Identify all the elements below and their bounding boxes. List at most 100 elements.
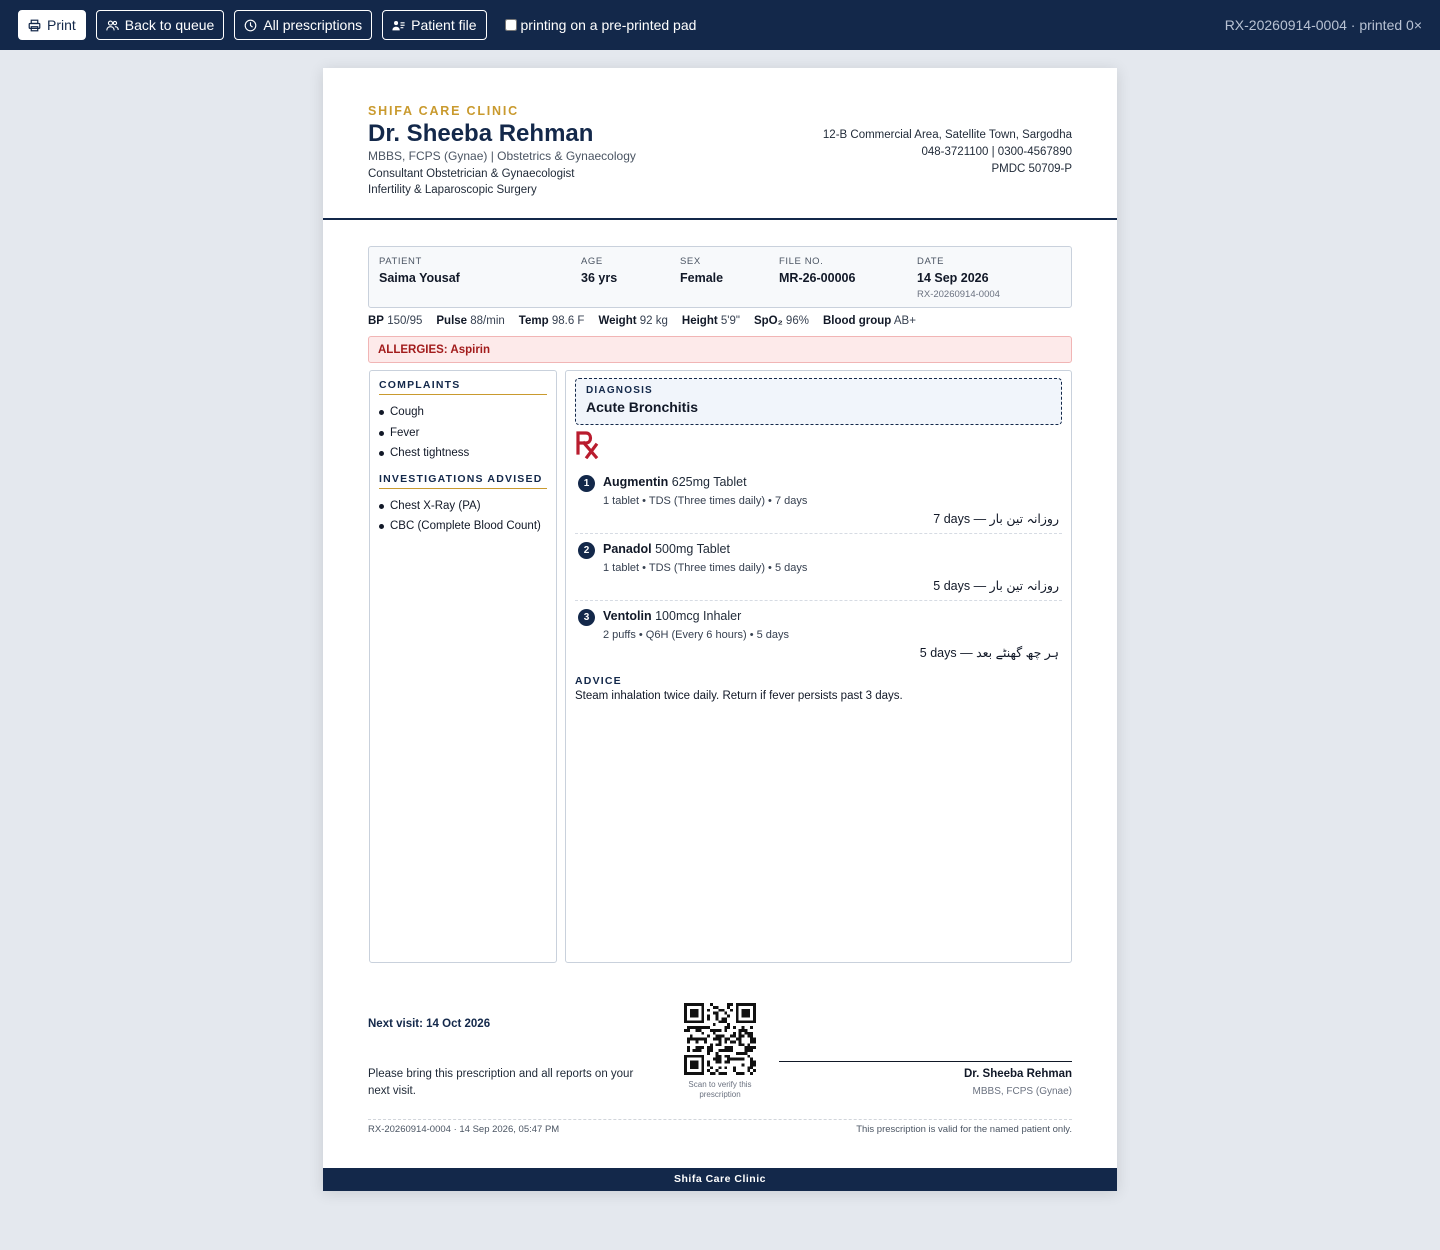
preprinted-pad-toggle[interactable]: printing on a pre-printed pad (504, 17, 697, 33)
complaints-title: COMPLAINTS (379, 379, 547, 395)
medication-sig: 2 puffs • Q6H (Every 6 hours) • 5 days (603, 629, 790, 641)
clinical-notes-column: COMPLAINTS Cough Fever Chest tightness INV… (369, 370, 557, 963)
medication-strength: 500mg Tablet (655, 542, 730, 556)
medication-number: 3 (578, 609, 595, 626)
advice-text: Steam inhalation twice daily. Return if … (575, 690, 903, 702)
medication-urdu-instructions: 7 days — روزانہ تین بار (933, 512, 1059, 526)
diagnosis-value: Acute Bronchitis (586, 399, 699, 415)
pmdc-number: PMDC 50709-P (991, 163, 1072, 175)
vital-value: 150/95 (387, 315, 423, 327)
medication-urdu-instructions: 5 days — روزانہ تین بار (933, 579, 1059, 593)
doctor-specialty: Infertility & Laparoscopic Surgery (368, 184, 537, 196)
rx-icon (576, 431, 599, 459)
medication-number: 2 (578, 542, 595, 559)
patient-file-button[interactable]: Patient file (382, 10, 487, 40)
footer-divider (368, 1119, 1072, 1120)
back-to-queue-label: Back to queue (124, 17, 215, 33)
list-item: Fever (379, 423, 547, 444)
preprinted-pad-label: printing on a pre-printed pad (520, 17, 697, 33)
doctor-role: Consultant Obstetrician & Gynaecologist (368, 168, 575, 180)
vital-label: Weight (598, 315, 637, 327)
file-number-label: FILE NO. (779, 256, 824, 267)
vital-value: 92 kg (639, 315, 668, 327)
age-label: AGE (581, 256, 603, 267)
clinic-phone: 048-3721100 | 0300-4567890 (921, 146, 1073, 158)
medication-urdu-text: روزانہ تین بار (989, 579, 1059, 593)
vital-value: 88/min (470, 315, 505, 327)
all-prescriptions-label: All prescriptions (263, 17, 363, 33)
medication-duration: 7 days (933, 512, 971, 526)
diagnosis-box: DIAGNOSIS Acute Bronchitis (575, 378, 1062, 425)
vital-item: Weight 92 kg (598, 315, 667, 327)
prescription-column: DIAGNOSIS Acute Bronchitis 1 Augmentin 62… (565, 370, 1072, 963)
list-item: Chest tightness (379, 443, 547, 464)
medication-strength: 100mcg Inhaler (655, 609, 742, 623)
vital-value: 96% (785, 315, 809, 327)
medication-duration: 5 days (933, 579, 971, 593)
medication-name-line: Panadol 500mg Tablet (603, 542, 730, 556)
letterhead: SHIFA CARE CLINIC Dr. Sheeba Rehman MBBS… (323, 68, 1117, 220)
clinic-name: SHIFA CARE CLINIC (368, 104, 519, 118)
medication-number: 1 (578, 475, 595, 492)
investigations-title: INVESTIGATIONS ADVISED (379, 473, 547, 489)
users-icon (106, 19, 119, 30)
print-label: Print (47, 17, 76, 33)
signature-qualifications: MBBS, FCPS (Gynae) (972, 1086, 1072, 1097)
age-value: 36 yrs (581, 271, 618, 285)
print-button[interactable]: Print (18, 10, 86, 40)
sex-label: SEX (680, 256, 701, 267)
list-item: Cough (379, 402, 547, 423)
medication-name-line: Ventolin 100mcg Inhaler (603, 609, 741, 623)
vital-label: BP (368, 315, 384, 327)
date-field: DATE 14 Sep 2026 RX-20260914-0004 (917, 256, 1000, 300)
patient-name-field: PATIENT Saima Yousaf (379, 256, 460, 285)
medication-name-line: Augmentin 625mg Tablet (603, 475, 747, 489)
printer-icon (28, 19, 41, 31)
allergy-banner: ALLERGIES: Aspirin (368, 336, 1072, 363)
next-visit: Next visit: 14 Oct 2026 (368, 1018, 491, 1030)
date-value: 14 Sep 2026 (917, 271, 989, 285)
vital-value: 98.6 F (551, 315, 585, 327)
sex-field: SEX Female (680, 256, 723, 285)
preprinted-pad-checkbox[interactable] (504, 19, 517, 31)
vital-item: SpO₂ 96% (754, 315, 809, 327)
patient-card-icon (392, 20, 405, 30)
clinic-address: 12-B Commercial Area, Satellite Town, Sa… (822, 129, 1072, 141)
list-item: CBC (Complete Blood Count) (379, 516, 547, 537)
footer-meta: RX-20260914-0004 · 14 Sep 2026, 05:47 PM (368, 1124, 560, 1135)
rx-id: RX-20260914-0004 (917, 289, 1000, 300)
patient-file-label: Patient file (411, 17, 477, 33)
medication-item: 3 Ventolin 100mcg Inhaler 2 puffs • Q6H (E… (575, 608, 1062, 666)
print-status: RX-20260914-0004 · printed 0× (1224, 17, 1422, 33)
investigations-list: Chest X-Ray (PA) CBC (Complete Blood Coun… (379, 496, 547, 537)
qr-code-icon (684, 1003, 756, 1075)
back-to-queue-button[interactable]: Back to queue (95, 10, 225, 40)
vitals-row: BP 150/95 Pulse 88/min Temp 98.6 F Weight 9… (368, 315, 916, 327)
patient-name-label: PATIENT (379, 256, 422, 267)
bring-note: Please bring this prescription and all r… (368, 1068, 634, 1097)
prescription-page: SHIFA CARE CLINIC Dr. Sheeba Rehman MBBS… (323, 68, 1117, 1191)
vital-item: Pulse 88/min (436, 315, 504, 327)
all-prescriptions-button[interactable]: All prescriptions (234, 10, 373, 40)
vital-label: SpO₂ (753, 315, 783, 327)
medication-item: 2 Panadol 500mg Tablet 1 tablet • TDS (Thr… (575, 541, 1062, 601)
file-number-value: MR-26-00006 (779, 271, 856, 285)
sex-value: Female (680, 271, 724, 285)
signature-line (779, 1061, 1072, 1062)
vital-item: Temp 98.6 F (519, 315, 585, 327)
medication-strength: 625mg Tablet (671, 475, 747, 489)
doctor-qualifications: MBBS, FCPS (Gynae) | Obstetrics & Gynaec… (368, 149, 636, 163)
medication-urdu-text: ہر چھ گھنٹے بعد (976, 646, 1059, 660)
medication-item: 1 Augmentin 625mg Tablet 1 tablet • TDS (T… (575, 474, 1062, 534)
vital-label: Pulse (436, 315, 468, 327)
medication-name: Panadol (603, 542, 652, 556)
vital-label: Height (681, 315, 718, 327)
toolbar: Print Back to queue All prescriptions Pa… (0, 0, 1440, 50)
doctor-name: Dr. Sheeba Rehman (368, 120, 594, 147)
vital-item: BP 150/95 (368, 315, 422, 327)
diagnosis-label: DIAGNOSIS (586, 385, 653, 396)
signature-name: Dr. Sheeba Rehman (963, 1068, 1072, 1080)
footer-validity: This prescription is valid for the named… (856, 1124, 1072, 1135)
advice-label: ADVICE (575, 675, 622, 687)
list-item: Chest X-Ray (PA) (379, 496, 547, 517)
